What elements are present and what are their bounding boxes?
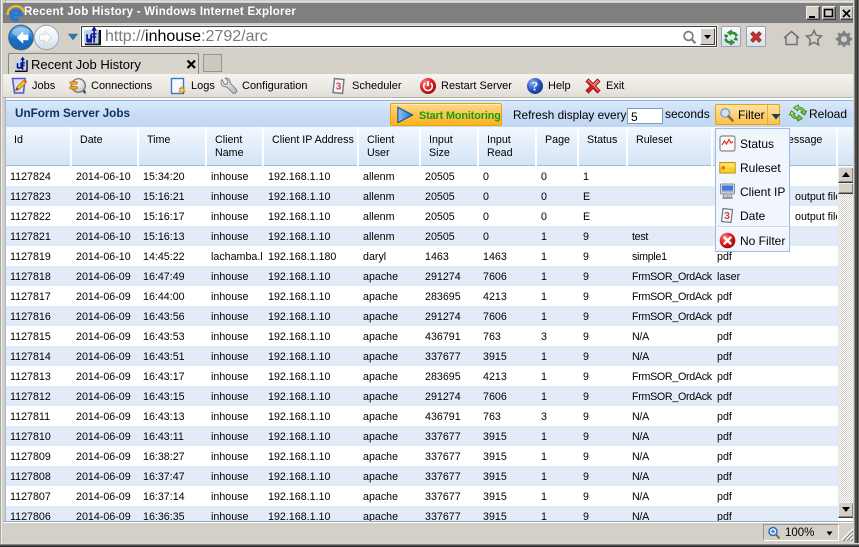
svg-text:3: 3: [336, 82, 342, 93]
svg-text:3: 3: [724, 210, 730, 222]
svg-text:?: ?: [532, 80, 538, 94]
